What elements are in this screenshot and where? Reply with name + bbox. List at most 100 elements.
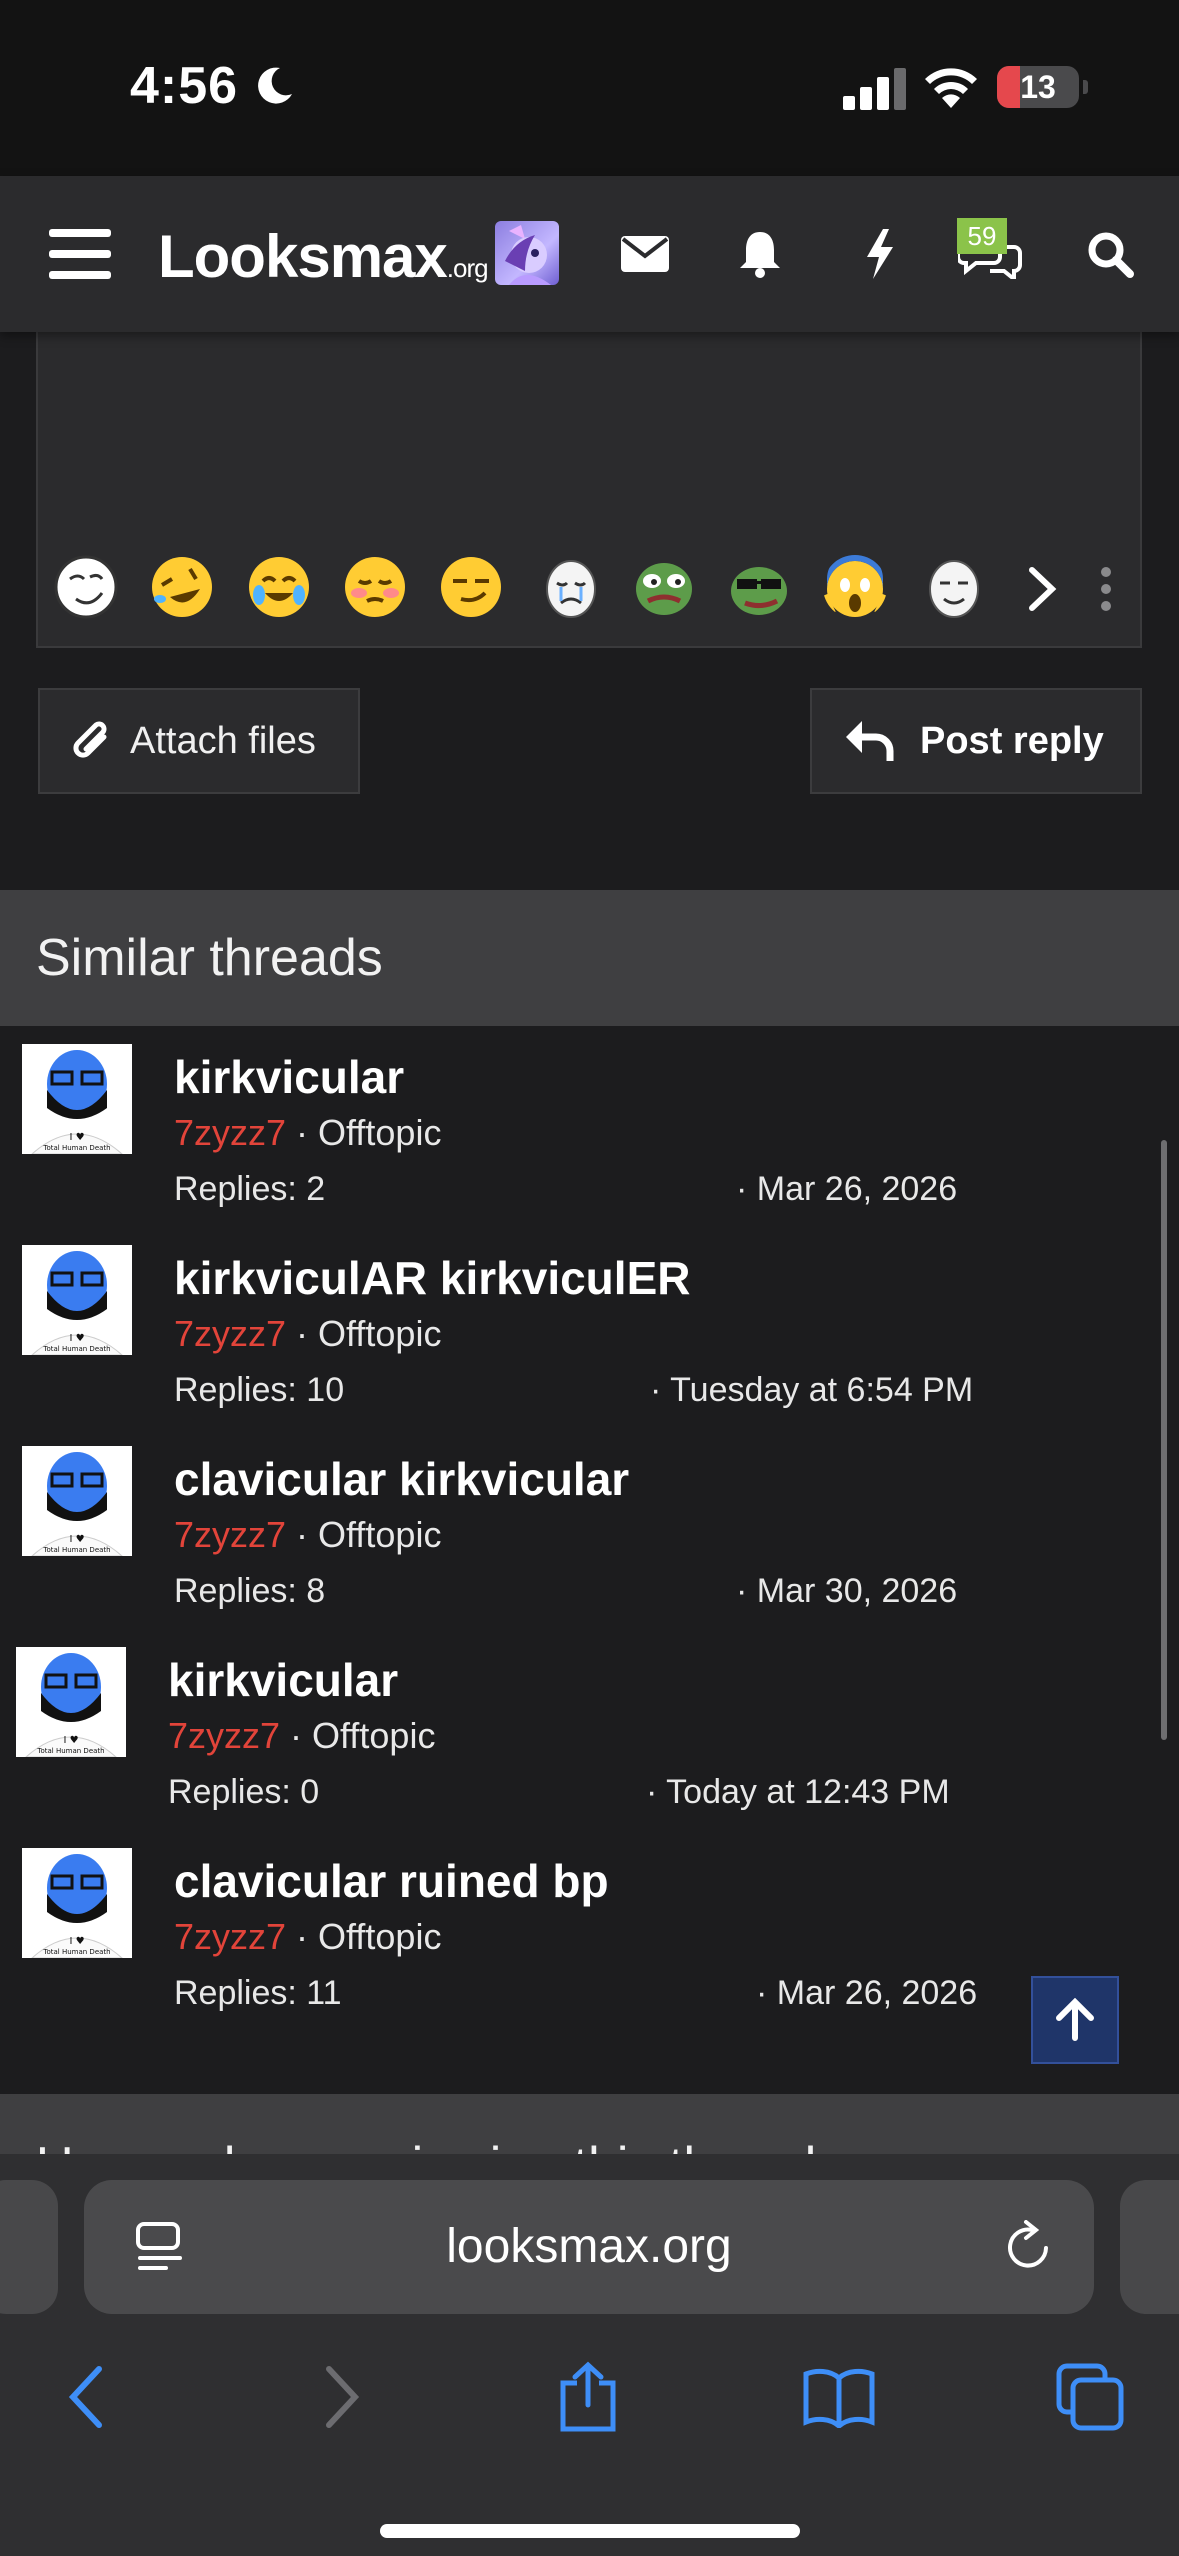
thread-replies: Replies: 0 <box>168 1773 320 1811</box>
thread-replies: Replies: 11 <box>174 1974 342 2012</box>
bolt-icon[interactable] <box>845 176 915 332</box>
emoji-pepe-sad[interactable] <box>632 555 696 619</box>
emoji-more-menu-icon[interactable] <box>1100 566 1112 612</box>
avatar-caption: Total Human Death <box>42 1144 110 1152</box>
thread-avatar[interactable]: I ♥ Total Human Death <box>22 1044 132 1154</box>
status-bar: 4:56 13 <box>0 0 1179 176</box>
reload-icon[interactable] <box>1002 2220 1056 2274</box>
thread-forum[interactable]: Offtopic <box>318 1916 441 1957</box>
thread-avatar[interactable]: I ♥ Total Human Death <box>16 1647 126 1757</box>
reply-arrow-icon <box>846 721 894 761</box>
thread-date: · Mar 30, 2026 <box>736 1572 958 1610</box>
wifi-icon <box>925 68 977 108</box>
attach-files-label: Attach files <box>130 719 316 762</box>
post-reply-button[interactable]: Post reply <box>810 688 1142 794</box>
forward-icon[interactable] <box>296 2352 386 2442</box>
emoji-rofl[interactable] <box>150 555 214 619</box>
battery-icon: 13 <box>997 66 1079 108</box>
emoji-joy-crying[interactable] <box>247 555 311 619</box>
bell-icon[interactable] <box>725 176 795 332</box>
thread-item[interactable]: I ♥ Total Human Death clavicular ruined b… <box>0 1830 1150 2030</box>
post-reply-label: Post reply <box>920 719 1104 762</box>
emoji-wojak-smile[interactable] <box>922 555 986 619</box>
thread-title[interactable]: kirkvicular <box>174 1050 404 1104</box>
thread-avatar[interactable]: I ♥ Total Human Death <box>22 1848 132 1958</box>
browser-toolbar: looksmax.org <box>0 2154 1179 2556</box>
status-time: 4:56 <box>130 57 239 115</box>
moon-icon <box>258 67 292 104</box>
thread-author[interactable]: 7zyzz7 <box>168 1715 280 1756</box>
scrollbar[interactable] <box>1161 1140 1167 1740</box>
svg-text:I ♥: I ♥ <box>69 1534 84 1545</box>
thread-meta: 7zyzz7 · Offtopic <box>174 1916 442 1957</box>
emoji-scream[interactable] <box>823 555 887 619</box>
thread-meta: 7zyzz7 · Offtopic <box>174 1514 442 1555</box>
emoji-blushing-smile[interactable] <box>343 555 407 619</box>
svg-text:I ♥: I ♥ <box>63 1735 78 1746</box>
thread-item[interactable]: I ♥ Total Human Death kirkvicular 7zyzz7 … <box>0 1026 1150 1226</box>
emoji-smirk[interactable] <box>439 555 503 619</box>
arrow-up-icon <box>1056 1998 1094 2041</box>
logo-suffix: .org <box>446 253 489 283</box>
avatar-caption: Total Human Death <box>36 1747 104 1755</box>
address-bar[interactable]: looksmax.org <box>84 2180 1094 2314</box>
url-text[interactable]: looksmax.org <box>84 2180 1094 2314</box>
thread-forum[interactable]: Offtopic <box>318 1514 441 1555</box>
thread-forum[interactable]: Offtopic <box>312 1715 435 1756</box>
battery-level: 13 <box>1020 69 1056 105</box>
emoji-smug-face[interactable] <box>54 555 118 619</box>
thread-title[interactable]: kirkviculAR kirkviculER <box>174 1251 690 1305</box>
site-header: Looksmax.org <box>0 176 1179 332</box>
bookmarks-icon[interactable] <box>794 2352 884 2442</box>
thread-item[interactable]: I ♥ Total Human Death clavicular kirkvicu… <box>0 1428 1150 1628</box>
thread-author[interactable]: 7zyzz7 <box>174 1112 286 1153</box>
thread-title[interactable]: clavicular kirkvicular <box>174 1452 629 1506</box>
thread-meta: 7zyzz7 · Offtopic <box>174 1112 442 1153</box>
thread-avatar[interactable]: I ♥ Total Human Death <box>22 1245 132 1355</box>
thread-replies: Replies: 2 <box>174 1170 326 1208</box>
similar-threads-title: Similar threads <box>36 929 383 987</box>
menu-icon[interactable] <box>40 176 120 332</box>
site-logo[interactable]: Looksmax.org <box>158 222 489 291</box>
thread-forum[interactable]: Offtopic <box>318 1313 441 1354</box>
home-indicator[interactable] <box>380 2524 800 2538</box>
users-viewing-section: Users who are viewing this thread <box>0 2094 1179 2154</box>
thread-item[interactable]: I ♥ Total Human Death kirkviculAR kirkvic… <box>0 1227 1150 1427</box>
thread-date: · Mar 26, 2026 <box>736 1170 958 1208</box>
scroll-to-top-button[interactable] <box>1031 1976 1119 2064</box>
back-icon[interactable] <box>42 2352 132 2442</box>
envelope-icon[interactable] <box>610 176 680 332</box>
next-tab-preview[interactable] <box>1120 2180 1179 2314</box>
svg-text:I ♥: I ♥ <box>69 1132 84 1143</box>
previous-tab-preview[interactable] <box>0 2180 58 2314</box>
tabs-icon[interactable] <box>1045 2352 1135 2442</box>
thread-title[interactable]: clavicular ruined bp <box>174 1854 609 1908</box>
thread-avatar[interactable]: I ♥ Total Human Death <box>22 1446 132 1556</box>
battery-tip <box>1083 80 1088 94</box>
thread-meta: 7zyzz7 · Offtopic <box>168 1715 436 1756</box>
users-viewing-title: Users who are viewing this thread <box>36 2136 816 2154</box>
thread-author[interactable]: 7zyzz7 <box>174 1514 286 1555</box>
cellular-signal-icon <box>843 68 906 110</box>
thread-date: · Mar 26, 2026 <box>756 1974 978 2012</box>
emoji-wojak-cry[interactable] <box>539 555 603 619</box>
search-icon[interactable] <box>1070 176 1150 332</box>
thread-item[interactable]: I ♥ Total Human Death kirkvicular 7zyzz7 … <box>0 1629 1150 1829</box>
chat-bubbles-icon[interactable] <box>950 176 1030 332</box>
thread-author[interactable]: 7zyzz7 <box>174 1916 286 1957</box>
logo-text: Looksmax <box>158 223 448 290</box>
user-avatar[interactable] <box>495 221 559 285</box>
avatar-caption: Total Human Death <box>42 1546 110 1554</box>
thread-meta: 7zyzz7 · Offtopic <box>174 1313 442 1354</box>
share-icon[interactable] <box>543 2352 633 2442</box>
thread-title[interactable]: kirkvicular <box>168 1653 398 1707</box>
thread-replies: Replies: 10 <box>174 1371 345 1409</box>
thread-author[interactable]: 7zyzz7 <box>174 1313 286 1354</box>
emoji-pepe-sunglasses[interactable] <box>727 555 791 619</box>
attach-files-button[interactable]: Attach files <box>38 688 360 794</box>
emoji-next-chevron-icon[interactable] <box>1026 566 1060 612</box>
thread-replies: Replies: 8 <box>174 1572 326 1610</box>
paperclip-icon <box>73 721 107 758</box>
avatar-caption: Total Human Death <box>42 1948 110 1956</box>
thread-forum[interactable]: Offtopic <box>318 1112 441 1153</box>
